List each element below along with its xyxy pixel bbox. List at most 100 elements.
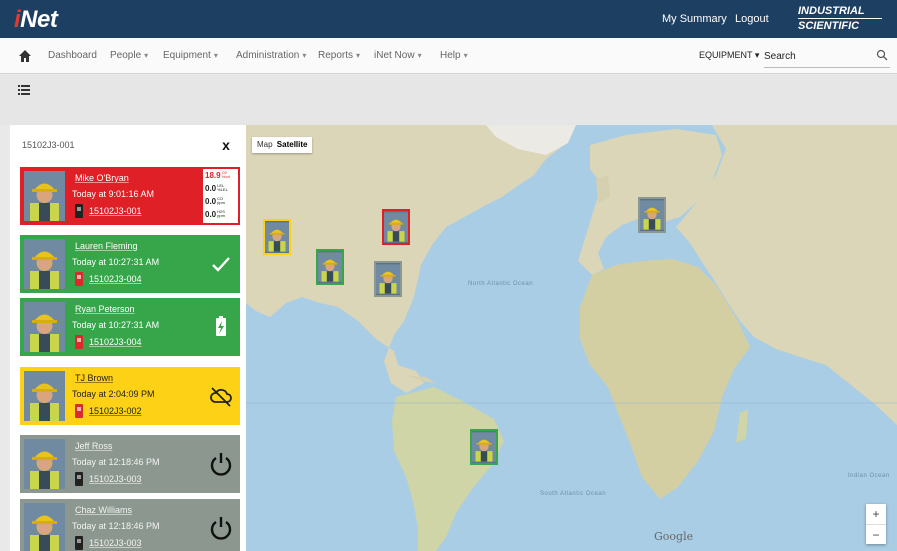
cloud-off-icon [208,383,234,409]
nav-item-inet-now[interactable]: iNet Now ▾ [374,50,422,61]
zoom-in-button[interactable]: + [866,504,886,524]
gas-monitor-icon [75,335,83,349]
gas-monitor-icon [75,404,83,418]
device-serial[interactable]: 15102J3-003 [89,474,142,484]
avatar [24,439,65,489]
reading-unit: H2S ppm [217,209,225,218]
nav-item-administration[interactable]: Administration ▾ [236,50,306,61]
chevron-down-icon: ▾ [144,51,149,60]
panel-header: 15102J3-001 x [10,125,246,163]
people-panel: 15102J3-001 x Mike O'Bryan Today at 9:01:… [10,125,246,551]
chevron-down-icon: ▾ [417,51,422,60]
logout-link[interactable]: Logout [735,13,769,25]
chevron-down-icon: ▾ [463,51,468,60]
brand-line-1: INDUSTRIAL [798,5,865,17]
person-name[interactable]: Lauren Fleming [75,241,138,251]
chevron-down-icon: ▾ [213,51,218,60]
nav-item-dashboard[interactable]: Dashboard [48,50,97,61]
device-serial[interactable]: 15102J3-001 [89,206,142,216]
gas-reading: 0.0CO ppm [205,196,227,207]
toolbar [0,75,897,125]
gas-reading: 0.0LEL %LEL [205,183,228,194]
nav-item-label: Reports [318,50,354,61]
nav-item-equipment[interactable]: Equipment ▾ [163,50,218,61]
map-type-label[interactable]: Map [257,140,273,149]
close-button[interactable]: x [219,138,233,152]
brand-line-2: SCIENTIFIC [798,20,860,32]
inet-logo[interactable]: iNet [14,6,58,34]
map-type-selected[interactable]: Satellite [277,140,308,149]
reading-value: 0.0 [205,210,217,219]
north-atlantic-label: North Atlantic Ocean [468,281,534,287]
last-update-time: Today at 2:04:09 PM [72,389,155,399]
main-nav: Dashboard People ▾ Equipment ▾ Administration… [0,38,897,74]
device-serial[interactable]: 15102J3-004 [89,274,142,284]
device-serial[interactable]: 15102J3-002 [89,406,142,416]
map-marker[interactable] [382,209,410,245]
avatar [24,503,65,551]
person-card[interactable]: Jeff Ross Today at 12:18:46 PM 15102J3-003 [20,435,240,493]
chevron-down-icon: ▾ [356,51,361,60]
nav-item-label: People [110,50,142,61]
person-card[interactable]: Lauren Fleming Today at 10:27:31 AM 15102J… [20,235,240,293]
device-serial[interactable]: 15102J3-003 [89,538,142,548]
device-serial[interactable]: 15102J3-004 [89,337,142,347]
nav-item-label: Help [440,50,461,61]
person-name[interactable]: Mike O'Bryan [75,173,129,183]
person-card[interactable]: TJ Brown Today at 2:04:09 PM 15102J3-002 [20,367,240,425]
last-update-time: Today at 10:27:31 AM [72,320,160,330]
reading-unit: CO ppm [217,196,225,205]
google-attribution: Google [654,530,694,543]
home-icon[interactable] [18,49,32,63]
gas-monitor-icon [75,536,83,550]
map-marker[interactable] [263,219,291,255]
my-summary-link[interactable]: My Summary [662,13,727,25]
last-update-time: Today at 12:18:46 PM [72,457,160,467]
gas-monitor-icon [75,204,83,218]
gas-readings: 18.9O2 %vol 0.0LEL %LEL 0.0CO ppm 0.0H2S pp… [203,169,238,223]
reading-value: 18.9 [205,171,221,180]
last-update-time: Today at 12:18:46 PM [72,521,160,531]
zoom-out-button[interactable]: − [866,524,886,544]
gas-monitor-icon [75,472,83,486]
map-marker[interactable] [638,197,666,233]
nav-item-label: iNet Now [374,50,415,61]
power-icon [208,515,234,541]
power-icon [208,451,234,477]
person-card[interactable]: Chaz Williams Today at 12:18:46 PM 15102J3… [20,499,240,551]
reading-value: 0.0 [205,184,217,193]
person-card[interactable]: Ryan Peterson Today at 10:27:31 AM 15102J3… [20,298,240,356]
person-card[interactable]: Mike O'Bryan Today at 9:01:16 AM 15102J3-0… [20,167,240,225]
person-name[interactable]: Chaz Williams [75,505,132,515]
south-atlantic-label: South Atlantic Ocean [540,491,607,497]
battery-charging-icon [208,314,234,340]
map-view[interactable]: North Atlantic Ocean South Atlantic Ocea… [246,125,897,551]
avatar [24,302,65,352]
avatar [24,371,65,421]
equipment-dropdown[interactable]: EQUIPMENT ▾ [699,50,759,61]
last-update-time: Today at 9:01:16 AM [72,189,155,199]
world-map [246,125,897,551]
map-type-control[interactable]: Map Satellite [252,137,313,153]
map-marker[interactable] [374,261,402,297]
map-marker[interactable] [316,249,344,285]
person-name[interactable]: Jeff Ross [75,441,112,451]
chevron-down-icon: ▾ [302,51,307,60]
reading-unit: LEL %LEL [217,183,228,192]
list-view-icon[interactable] [18,84,30,96]
avatar [24,239,65,289]
gas-reading: 18.9O2 %vol [205,171,232,181]
zoom-control: + − [866,504,886,544]
person-name[interactable]: Ryan Peterson [75,304,135,314]
search-input[interactable] [764,46,864,66]
nav-item-reports[interactable]: Reports ▾ [318,50,360,61]
gas-reading: 0.0H2S ppm [205,209,227,220]
nav-item-help[interactable]: Help ▾ [440,50,468,61]
map-marker[interactable] [470,429,498,465]
person-name[interactable]: TJ Brown [75,373,113,383]
search-icon[interactable] [876,49,888,61]
top-bar: iNet My Summary Logout INDUSTRIAL SCIENT… [0,0,897,38]
avatar [24,171,65,221]
nav-item-people[interactable]: People ▾ [110,50,148,61]
gas-monitor-icon [75,272,83,286]
